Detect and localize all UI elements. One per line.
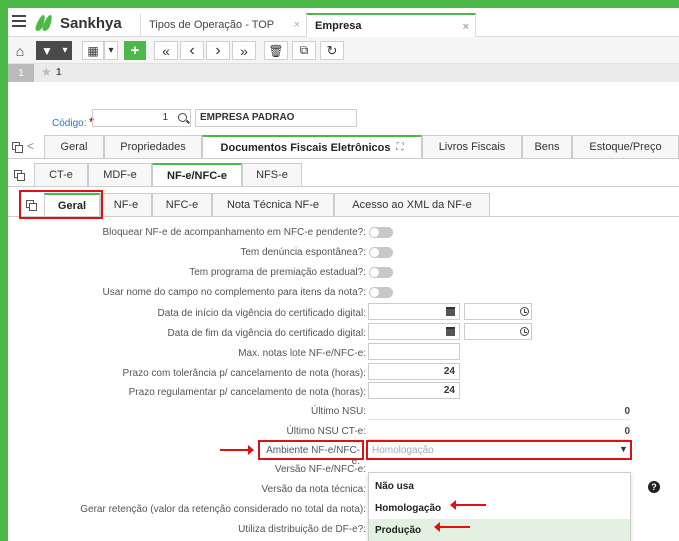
calendar-icon[interactable] [446,307,455,316]
codigo-label: Código: * [52,115,94,129]
tab-nfe[interactable]: NF-e [100,193,152,216]
bloquear-label: Bloquear NF-e de acompanhamento em NFC-e… [102,227,366,238]
calendar-icon[interactable] [446,327,455,336]
codigo-input[interactable]: 1 [92,109,191,127]
copy-icon[interactable] [14,170,25,181]
premiacao-toggle[interactable] [369,267,393,278]
clock-icon[interactable] [520,307,529,316]
tab-nota-tecnica[interactable]: Nota Técnica NF-e [212,193,334,216]
versao-tecnica-label: Versão da nota técnica: [261,484,366,495]
premiacao-label: Tem programa de premiação estadual?: [189,267,366,278]
tab-propriedades[interactable]: Propriedades [104,135,202,158]
window-tab-label: Empresa [315,20,362,32]
tab-mdfe[interactable]: MDF-e [88,163,152,186]
tab-nfce[interactable]: NFC-e [152,193,212,216]
star-icon[interactable]: ★ [41,65,52,79]
distribuicao-label: Utiliza distribuição de DF-e?: [238,524,366,535]
prazo-tol-input[interactable]: 24 [368,363,460,380]
tab-nfe-nfce[interactable]: NF-e/NFC-e [152,163,242,186]
gerar-retencao-label: Gerar retenção (valor da retenção consid… [80,504,366,515]
ultimo-nsu-value: 0 [368,406,630,420]
grid-view-button[interactable]: ▦ [82,41,104,60]
ultimo-nsu-label: Último NSU: [310,406,366,417]
help-icon[interactable]: ? [648,481,660,493]
arrow-left-icon [450,500,486,510]
home-icon[interactable]: ⌂ [10,41,30,60]
tab-acesso-xml[interactable]: Acesso ao XML da NF-e [334,193,490,216]
inicio-cert-label: Data de início da vigência do certificad… [157,308,366,319]
tab-nfse[interactable]: NFS-e [242,163,302,186]
tab-geral-main[interactable]: Geral [44,135,104,158]
arrow-left-icon [434,522,470,532]
filter-button[interactable]: ▼ [36,41,58,60]
bloquear-toggle[interactable] [369,227,393,238]
next-record-button[interactable]: › [206,41,230,60]
toolbar: ⌂ ▼ ▾ ▦ ▾ + « ‹ › » 🗑 ⧉ ↻ [8,37,679,64]
previous-record-button[interactable]: ‹ [180,41,204,60]
option-nao-usa[interactable]: Não usa [369,475,630,497]
chevron-left-icon[interactable]: < [27,139,34,153]
window-tab-top[interactable]: Tipos de Operação - TOP × [140,13,306,37]
usar-nome-toggle[interactable] [369,287,393,298]
close-icon[interactable]: × [294,19,300,31]
grid-view-dropdown-button[interactable]: ▾ [104,41,118,60]
prazo-reg-label: Prazo regulamentar p/ cancelamento de no… [128,387,366,398]
window-tab-empresa[interactable]: Empresa × [306,13,476,37]
fim-cert-label: Data de fim da vigência do certificado d… [167,328,366,339]
option-producao[interactable]: Produção [369,519,630,541]
prazo-tol-label: Prazo com tolerância p/ cancelamento de … [122,368,366,379]
first-record-button[interactable]: « [154,41,178,60]
brand-logo[interactable]: Sankhya [34,13,144,33]
chevron-down-icon[interactable]: ▼ [619,444,628,454]
last-record-button[interactable]: » [232,41,256,60]
ultimo-nsu-cte-label: Último NSU CT-e: [286,426,366,437]
ultimo-nsu-cte-value: 0 [368,426,630,440]
search-icon[interactable] [178,113,187,122]
copy-icon[interactable] [12,142,23,153]
favorite-record-label: 1 [56,67,62,78]
max-lote-input[interactable] [368,343,460,360]
add-button[interactable]: + [124,41,146,60]
window-tab-label: Tipos de Operação - TOP [149,19,275,31]
tab-documentos-fiscais[interactable]: Documentos Fiscais Eletrônicos ⛶ [202,135,422,158]
ambiente-dropdown: Não usa Homologação Produção [368,472,631,541]
menu-icon[interactable] [12,15,26,27]
tab-cte[interactable]: CT-e [34,163,88,186]
filter-dropdown-button[interactable]: ▾ [58,41,72,60]
arrow-right-icon [220,445,254,455]
record-index[interactable]: 1 [8,64,34,82]
highlight-box-geral [19,190,103,219]
ambiente-select-value[interactable]: Homologação [372,445,434,456]
tab-livros-fiscais[interactable]: Livros Fiscais [422,135,522,158]
record-bar: 1 ★ 1 [8,64,679,82]
app-frame: Sankhya Tipos de Operação - TOP × Empres… [8,8,679,541]
brand-name: Sankhya [60,14,122,32]
tab-estoque-preco[interactable]: Estoque/Preço [572,135,679,158]
option-homologacao[interactable]: Homologação [369,497,630,519]
clone-button[interactable]: ⧉ [292,41,316,60]
refresh-button[interactable]: ↻ [320,41,344,60]
denuncia-toggle[interactable] [369,247,393,258]
prazo-reg-input[interactable]: 24 [368,382,460,399]
clock-icon[interactable] [520,327,529,336]
top-bar: Sankhya Tipos de Operação - TOP × Empres… [8,8,679,37]
tab-bens[interactable]: Bens [522,135,572,158]
denuncia-label: Tem denúncia espontânea?: [240,247,366,258]
max-lote-label: Max. notas lote NF-e/NFC-e: [238,348,366,359]
close-icon[interactable]: × [463,21,469,33]
sub-tabs: Geral NF-e NFC-e Nota Técnica NF-e Acess… [8,193,679,217]
main-tabs: < Geral Propriedades Documentos Fiscais … [8,135,679,159]
versao-label: Versão NF-e/NFC-e: [274,464,366,475]
expand-icon[interactable]: ⛶ [396,142,403,153]
codigo-label-text: Código: [52,118,87,129]
document-tabs: CT-e MDF-e NF-e/NFC-e NFS-e [8,163,679,187]
tab-documentos-fiscais-label: Documentos Fiscais Eletrônicos [220,141,391,154]
empresa-name-field: EMPRESA PADRAO [195,109,357,127]
sankhya-logo-icon [34,14,56,32]
delete-button[interactable]: 🗑 [264,41,288,60]
usar-nome-label: Usar nome do campo no complemento para i… [102,287,367,298]
